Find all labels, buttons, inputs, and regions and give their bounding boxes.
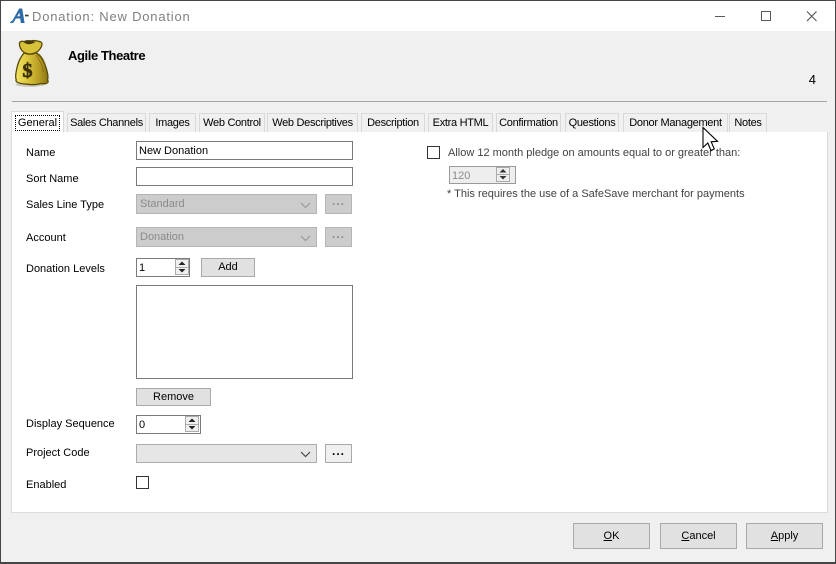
svg-text:$: $ [23, 60, 33, 82]
